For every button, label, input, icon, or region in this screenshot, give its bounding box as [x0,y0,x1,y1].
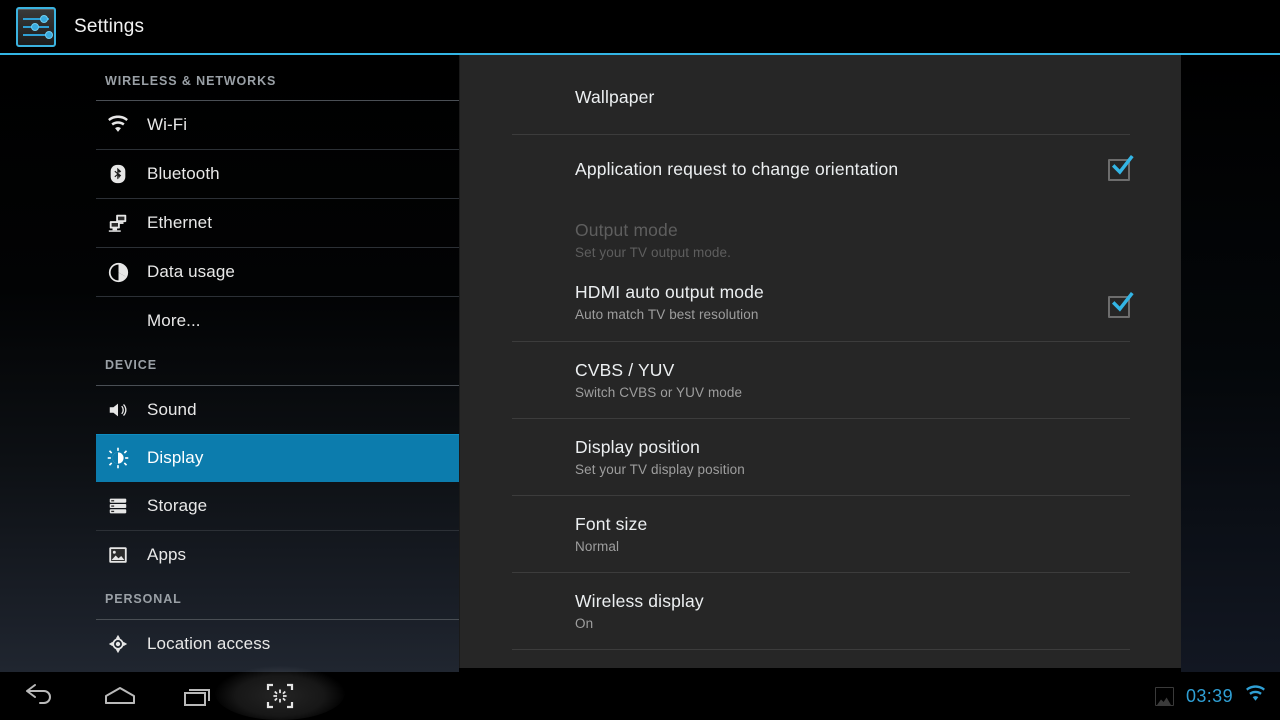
sidebar-item-label: Location access [147,634,271,653]
setting-row-hdmi-auto-output-mode[interactable]: HDMI auto output mode Auto match TV best… [460,272,1181,341]
setting-row-output-mode: Output mode Set your TV output mode. [460,204,1181,272]
recent-apps-icon [184,689,210,706]
system-navigation-bar: 03:39 [0,666,1280,720]
setting-title: Wallpaper [575,87,655,107]
wifi-glyph-icon [1246,685,1265,701]
wifi-icon [105,112,131,138]
status-area: 03:39 [1154,672,1266,720]
setting-title: Output mode [575,220,678,240]
back-button[interactable] [0,672,80,720]
sidebar-section-personal: PERSONAL [105,592,182,606]
settings-sidebar: WIRELESS & NETWORKS Wi-Fi Bluetooth Ethe… [96,55,459,672]
orientation-checkbox[interactable] [1108,154,1134,181]
location-icon [105,631,131,657]
sound-icon [105,397,131,423]
setting-title: Application request to change orientatio… [575,159,899,179]
setting-title: Wireless display [575,591,704,611]
sidebar-item-more[interactable]: More... [96,297,459,345]
android-settings-screen: Settings WIRELESS & NETWORKS Wi-Fi Bluet… [0,0,1280,720]
sidebar-item-wifi[interactable]: Wi-Fi [96,101,459,149]
display-brightness-icon [105,445,131,471]
setting-title: Font size [575,514,648,534]
setting-title: HDMI auto output mode [575,282,764,302]
checkmark-icon [1111,154,1134,175]
sidebar-item-label: Wi-Fi [147,115,188,134]
setting-subtitle: Auto match TV best resolution [575,307,759,322]
setting-subtitle: Switch CVBS or YUV mode [575,385,743,400]
settings-sliders-icon [16,6,56,47]
setting-title: CVBS / YUV [575,360,675,380]
sidebar-item-label: Ethernet [147,213,213,232]
status-clock[interactable]: 03:39 [1186,686,1233,707]
setting-subtitle: Set your TV display position [575,462,745,477]
image-glyph-icon [1157,697,1172,705]
setting-title: Display position [575,437,700,457]
setting-row-display-position[interactable]: Display position Set your TV display pos… [460,419,1181,495]
wifi-icon[interactable] [1245,685,1266,707]
sidebar-section-wireless-networks: WIRELESS & NETWORKS [105,73,277,88]
sidebar-item-label: More... [147,311,201,330]
setting-row-font-size[interactable]: Font size Normal [460,496,1181,572]
setting-subtitle: Set your TV output mode. [575,245,731,260]
display-settings-panel: Wallpaper Application request to change … [459,55,1181,668]
content-area: WIRELESS & NETWORKS Wi-Fi Bluetooth Ethe… [0,55,1280,672]
setting-row-wallpaper[interactable]: Wallpaper [460,55,1181,134]
screenshot-button[interactable] [240,672,320,720]
setting-subtitle: Normal [575,539,620,554]
sidebar-item-ethernet[interactable]: Ethernet [96,199,459,247]
image-notification-icon[interactable] [1154,686,1174,706]
back-icon [26,684,51,704]
sidebar-item-label: Data usage [147,262,235,281]
sidebar-item-label: Apps [147,545,187,564]
checkmark-icon [1111,291,1134,312]
page-title: Settings [74,15,145,37]
sidebar-item-bluetooth[interactable]: Bluetooth [96,150,459,198]
background-right [1181,55,1280,672]
sidebar-item-data-usage[interactable]: Data usage [96,248,459,296]
data-usage-icon [105,259,131,285]
sidebar-item-label: Bluetooth [147,164,220,183]
sidebar-item-display[interactable]: Display [96,434,459,482]
setting-row-application-request-orientation[interactable]: Application request to change orientatio… [460,135,1181,204]
storage-icon [105,493,131,519]
home-button[interactable] [80,672,160,720]
apps-image-icon [105,542,131,568]
sidebar-item-sound[interactable]: Sound [96,386,459,434]
recent-apps-button[interactable] [160,672,240,720]
divider [512,649,1130,650]
sidebar-item-label: Sound [147,400,197,419]
bluetooth-icon [105,161,131,187]
hdmi-auto-checkbox[interactable] [1108,291,1134,318]
sidebar-item-label: Display [147,448,204,467]
ethernet-icon [105,210,131,236]
sidebar-section-device: DEVICE [105,358,157,372]
sidebar-item-apps[interactable]: Apps [96,531,459,579]
app-header: Settings [0,0,1280,53]
sidebar-item-label: Storage [147,496,208,515]
setting-row-cvbs-yuv[interactable]: CVBS / YUV Switch CVBS or YUV mode [460,342,1181,418]
setting-subtitle: On [575,616,594,631]
setting-row-wireless-display[interactable]: Wireless display On [460,573,1181,649]
screenshot-icon [266,683,294,709]
sidebar-item-location-access[interactable]: Location access [96,620,459,668]
sidebar-item-storage[interactable]: Storage [96,482,459,530]
home-icon [105,687,135,704]
